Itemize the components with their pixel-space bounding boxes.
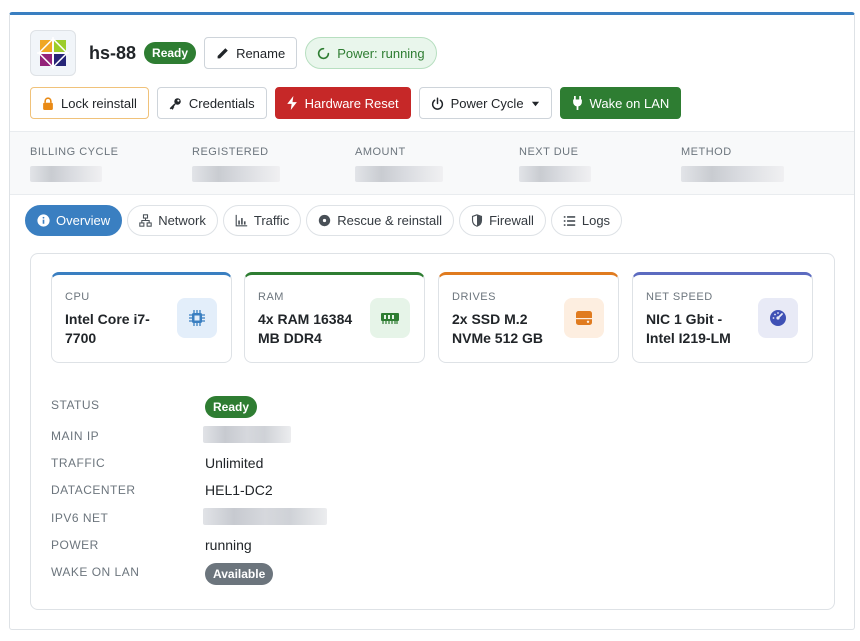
spinner-icon [318, 47, 330, 59]
spec-card-net-speed: NET SPEED NIC 1 Gbit - Intel I219-LM [632, 272, 813, 363]
traffic-label: TRAFFIC [51, 456, 106, 470]
list-icon [563, 215, 576, 226]
amount: AMOUNT [355, 146, 443, 182]
rename-button[interactable]: Rename [204, 37, 298, 69]
lock-reinstall-button[interactable]: Lock reinstall [30, 87, 149, 119]
caret-down-icon [531, 101, 539, 106]
redacted-value [355, 166, 443, 182]
wake-on-lan-label: WAKE ON LAN [51, 565, 140, 579]
tab-firewall[interactable]: Firewall [459, 205, 546, 236]
wake-on-lan-badge: Available [205, 563, 274, 585]
redacted-value [192, 166, 280, 182]
info-icon [37, 214, 50, 227]
overview-panel: CPU Intel Core i7-7700 RAM 4x RAM 16384 … [30, 253, 835, 610]
redacted-value [681, 166, 784, 182]
power-status-button[interactable]: Power: running [305, 37, 437, 69]
ipv6-net-label: IPV6 NET [51, 511, 109, 525]
hostname: hs-88 [89, 42, 137, 63]
wake-on-lan-button[interactable]: Wake on LAN [559, 87, 682, 119]
hardware-reset-button[interactable]: Hardware Reset [274, 87, 411, 119]
centos-logo-icon [37, 37, 69, 69]
key-icon [169, 97, 181, 110]
server-header: hs-88 Ready Rename Power: running [30, 30, 437, 76]
gauge-icon [758, 298, 798, 338]
hdd-icon [564, 298, 604, 338]
redacted-value [30, 166, 102, 182]
bolt-icon [286, 96, 297, 110]
status-value-badge: Ready [205, 396, 258, 418]
datacenter-label: DATACENTER [51, 483, 136, 497]
pencil-icon [217, 47, 228, 58]
memory-icon [370, 298, 410, 338]
redacted-value [519, 166, 591, 182]
redacted-main-ip [203, 426, 291, 443]
status-badge: Ready [144, 42, 197, 64]
plug-icon [572, 96, 582, 110]
spec-card-drives: DRIVES 2x SSD M.2 NVMe 512 GB [438, 272, 619, 363]
datacenter-value: HEL1-DC2 [205, 482, 273, 498]
main-ip-label: MAIN IP [51, 429, 100, 443]
chart-icon [235, 214, 248, 227]
tab-overview[interactable]: Overview [25, 205, 123, 236]
power-value: running [205, 537, 252, 553]
spec-card-cpu: CPU Intel Core i7-7700 [51, 272, 232, 363]
shield-icon [472, 214, 483, 227]
power-icon [431, 96, 443, 110]
power-cycle-dropdown[interactable]: Power Cycle [418, 87, 552, 119]
status-label: STATUS [51, 398, 100, 412]
tab-network[interactable]: Network [127, 205, 218, 236]
network-icon [139, 214, 152, 227]
server-card: hs-88 Ready Rename Power: running Lock r… [9, 12, 855, 630]
payment-method: METHOD [681, 146, 784, 182]
power-label: POWER [51, 538, 99, 552]
tab-rescue-reinstall[interactable]: Rescue & reinstall [306, 205, 455, 236]
tab-bar: Overview Network Traffic Rescue & reinst… [25, 205, 623, 236]
redacted-ipv6-net [203, 508, 327, 525]
action-buttons: Lock reinstall Credentials Hardware Rese… [30, 87, 682, 119]
registered: REGISTERED [192, 146, 280, 182]
chip-icon [177, 298, 217, 338]
tab-logs[interactable]: Logs [550, 205, 623, 236]
traffic-value: Unlimited [205, 455, 264, 471]
next-due: NEXT DUE [519, 146, 591, 182]
tab-traffic[interactable]: Traffic [222, 205, 302, 236]
lock-icon [43, 96, 53, 110]
spec-card-ram: RAM 4x RAM 16384 MB DDR4 [244, 272, 425, 363]
credentials-button[interactable]: Credentials [156, 87, 267, 119]
disc-icon [319, 214, 331, 227]
billing-strip: BILLING CYCLE REGISTERED AMOUNT NEXT DUE… [10, 131, 854, 195]
billing-cycle: BILLING CYCLE [30, 146, 118, 182]
os-logo [30, 30, 76, 76]
